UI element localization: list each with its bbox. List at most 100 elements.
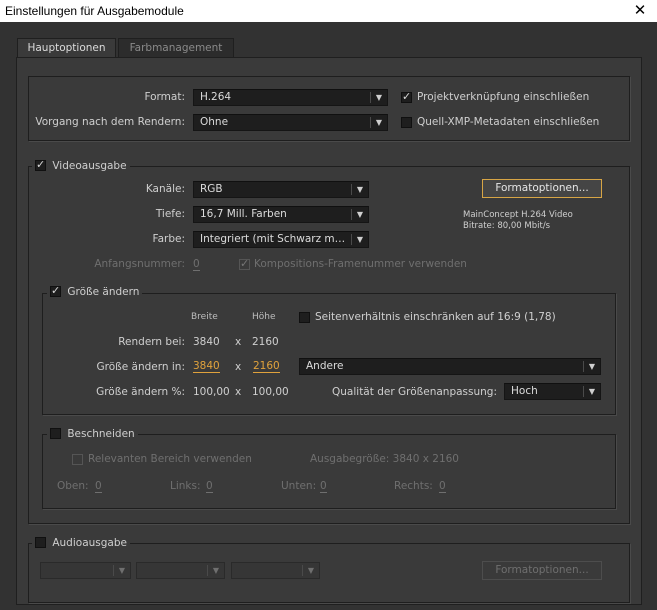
resize-label: Größe ändern (67, 286, 140, 298)
chevron-down-icon: ▼ (356, 210, 364, 219)
dropdown-separator (207, 565, 208, 576)
chevron-down-icon: ▼ (375, 93, 383, 102)
audio-samplerate-dropdown: ▼ (136, 562, 225, 579)
resize-quality-label: Qualität der Größenanpassung: (332, 386, 497, 398)
resize-width-field[interactable]: 3840 (193, 361, 220, 373)
include-xmp-checkbox[interactable] (401, 117, 412, 128)
window-title: Einstellungen für Ausgabemodule (5, 4, 184, 18)
output-size-label: Ausgabegröße: 3840 x 2160 (310, 453, 459, 465)
width-column-header: Breite (191, 312, 218, 322)
chevron-down-icon: ▼ (588, 362, 596, 371)
audio-output-legend: Audioausgabe (32, 535, 130, 551)
check-icon: ✓ (36, 158, 46, 171)
audio-format-dropdown: ▼ (40, 562, 131, 579)
channels-label: Kanäle: (145, 183, 185, 195)
color-dropdown[interactable]: Integriert (mit Schwarz mas... ▼ (193, 231, 369, 248)
channels-value: RGB (200, 183, 223, 195)
crop-right-field: 0 (439, 480, 446, 493)
format-options-button[interactable]: Formatoptionen... (482, 179, 602, 198)
resize-percent-height: 100,00 (252, 386, 289, 398)
chevron-down-icon: ▼ (356, 235, 364, 244)
use-comp-frame-label: Kompositions-Framenummer verwenden (254, 258, 467, 270)
use-roi-checkbox (72, 454, 83, 465)
video-output-legend: ✓ Videoausgabe (32, 158, 130, 174)
resize-checkbox[interactable]: ✓ (50, 284, 61, 297)
resize-preset-value: Andere (306, 360, 344, 372)
audio-output-label: Audioausgabe (52, 537, 127, 549)
lock-aspect-label: Seitenverhältnis einschränken auf 16:9 (… (315, 311, 556, 323)
times-symbol: x (235, 361, 242, 373)
crop-top-field: 0 (95, 480, 102, 493)
crop-left-label: Links: (170, 480, 201, 492)
audio-output-checkbox[interactable] (35, 537, 46, 548)
chevron-down-icon: ▼ (307, 566, 315, 575)
use-comp-frame-checkbox: ✓ (239, 257, 250, 270)
video-output-label: Videoausgabe (52, 160, 127, 172)
chevron-down-icon: ▼ (118, 566, 126, 575)
dropdown-separator (370, 117, 371, 128)
dropdown-separator (113, 565, 114, 576)
resize-quality-value: Hoch (511, 385, 538, 397)
dropdown-separator (351, 184, 352, 195)
check-icon: ✓ (240, 257, 250, 270)
include-project-link-label: Projektverknüpfung einschließen (417, 91, 590, 103)
include-xmp-label: Quell-XMP-Metadaten einschließen (417, 116, 600, 128)
chevron-down-icon: ▼ (375, 118, 383, 127)
resize-percent-width: 100,00 (193, 386, 230, 398)
times-symbol: x (235, 386, 242, 398)
render-at-label: Rendern bei: (118, 336, 185, 348)
color-value: Integriert (mit Schwarz mas... (200, 233, 348, 245)
channels-dropdown[interactable]: RGB ▼ (193, 181, 369, 198)
crop-legend: Beschneiden (47, 426, 138, 442)
include-project-link-checkbox[interactable]: ✓ (401, 90, 412, 103)
post-render-value: Ohne (200, 116, 229, 128)
audio-format-options-button: Formatoptionen... (482, 561, 602, 580)
use-roi-label: Relevanten Bereich verwenden (88, 453, 252, 465)
post-render-dropdown[interactable]: Ohne ▼ (193, 114, 388, 131)
resize-height-field[interactable]: 2160 (253, 361, 280, 373)
check-icon: ✓ (402, 90, 412, 103)
dropdown-separator (583, 386, 584, 397)
title-bar: Einstellungen für Ausgabemodule ✕ (0, 0, 657, 22)
lock-aspect-checkbox[interactable] (299, 312, 310, 323)
video-output-checkbox[interactable]: ✓ (35, 158, 46, 171)
format-dropdown[interactable]: H.264 ▼ (193, 89, 388, 106)
render-at-height: 2160 (252, 336, 279, 348)
dropdown-separator (370, 92, 371, 103)
codec-info-line1: MainConcept H.264 Video (463, 210, 573, 220)
dropdown-separator (302, 565, 303, 576)
post-render-label: Vorgang nach dem Rendern: (35, 116, 185, 128)
resize-percent-label: Größe ändern %: (96, 386, 185, 398)
tab-color-management[interactable]: Farbmanagement (118, 38, 234, 58)
close-icon[interactable]: ✕ (623, 0, 657, 22)
resize-quality-dropdown[interactable]: Hoch ▼ (504, 383, 601, 400)
audio-channels-dropdown: ▼ (231, 562, 320, 579)
crop-group (42, 434, 616, 509)
start-number-label: Anfangsnummer: (94, 258, 185, 270)
depth-value: 16,7 Mill. Farben (200, 208, 287, 220)
crop-top-label: Oben: (57, 480, 89, 492)
resize-preset-dropdown[interactable]: Andere ▼ (299, 358, 601, 375)
format-group (28, 76, 630, 141)
format-value: H.264 (200, 91, 232, 103)
start-number-field: 0 (193, 258, 200, 271)
crop-checkbox[interactable] (50, 428, 61, 439)
depth-label: Tiefe: (155, 208, 185, 220)
crop-bottom-label: Unten: (281, 480, 317, 492)
codec-info-line2: Bitrate: 80,00 Mbit/s (463, 221, 551, 231)
dropdown-separator (583, 361, 584, 372)
depth-dropdown[interactable]: 16,7 Mill. Farben ▼ (193, 206, 369, 223)
render-at-width: 3840 (193, 336, 220, 348)
resize-to-label: Größe ändern in: (96, 361, 185, 373)
crop-bottom-field: 0 (320, 480, 327, 493)
check-icon: ✓ (51, 284, 61, 297)
crop-left-field: 0 (206, 480, 213, 493)
color-label: Farbe: (152, 233, 186, 245)
chevron-down-icon: ▼ (588, 387, 596, 396)
chevron-down-icon: ▼ (212, 566, 220, 575)
tab-main-options[interactable]: Hauptoptionen (17, 38, 116, 58)
dropdown-separator (351, 234, 352, 245)
height-column-header: Höhe (252, 312, 276, 322)
dropdown-separator (351, 209, 352, 220)
format-label: Format: (144, 91, 185, 103)
